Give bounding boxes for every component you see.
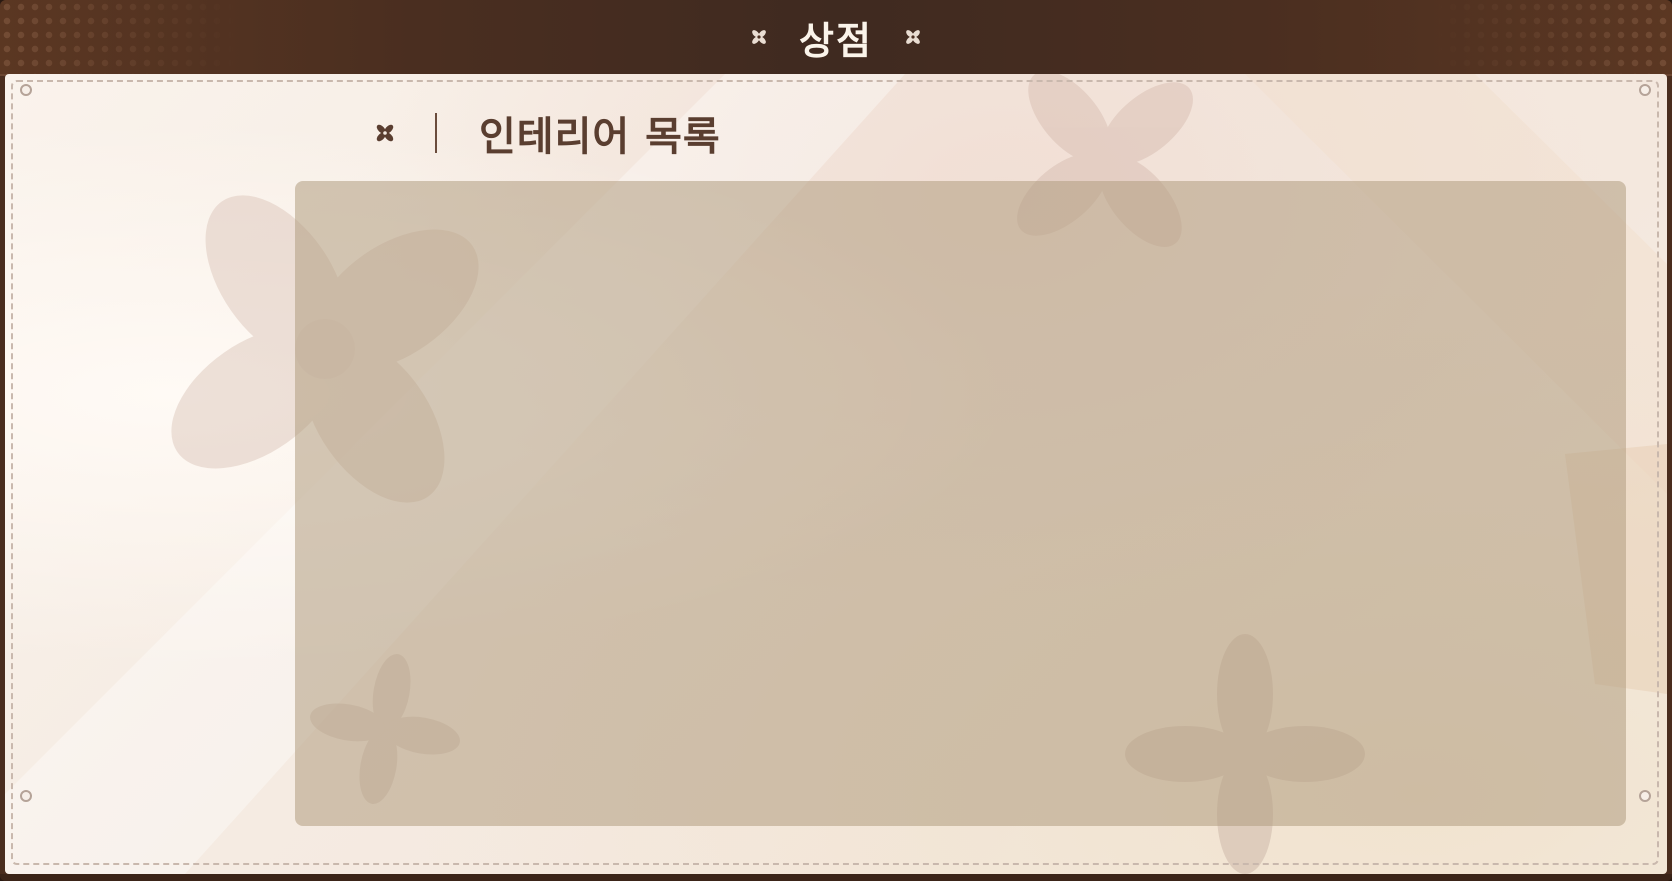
corner-stud	[20, 790, 32, 802]
section-header: 인테리어 목록	[373, 108, 721, 160]
shop-window: 상점 인테리어 목록	[0, 0, 1672, 881]
content-panel: 인테리어 목록	[5, 74, 1667, 874]
corner-stud	[1639, 84, 1651, 96]
title-group: 상점	[0, 0, 1672, 74]
window-title: 상점	[799, 18, 873, 63]
section-title: 인테리어 목록	[479, 114, 721, 160]
four-petal-ornament-icon	[749, 27, 769, 47]
four-petal-ornament-icon	[903, 27, 923, 47]
title-bar: 상점	[0, 0, 1672, 76]
section-divider	[435, 113, 437, 153]
four-petal-ornament-icon	[373, 121, 397, 145]
corner-stud	[20, 84, 32, 96]
corner-stud	[1639, 790, 1651, 802]
interior-list-area[interactable]	[295, 181, 1626, 826]
window-bottom-edge	[0, 874, 1672, 881]
